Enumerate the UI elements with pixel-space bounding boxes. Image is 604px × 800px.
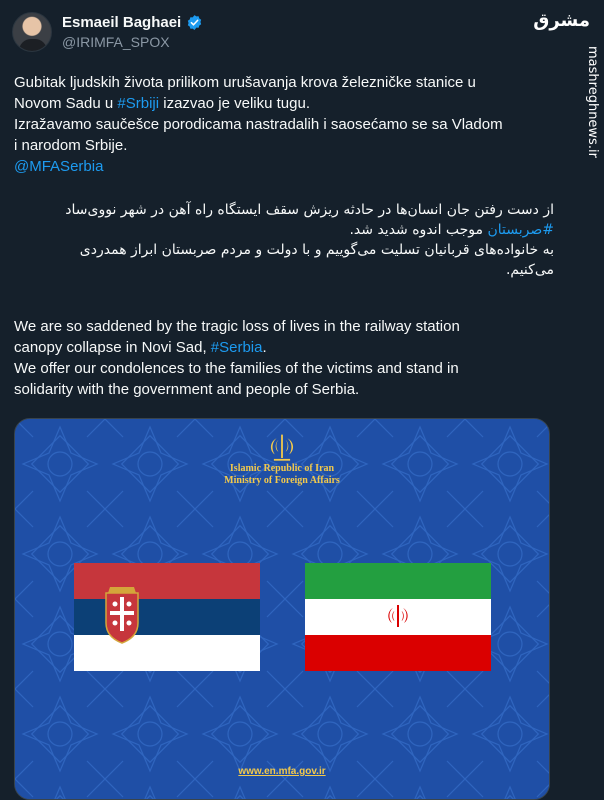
tweet-line: Izražavamo saučešce porodicama nastradal… <box>14 116 503 133</box>
tweet-paragraph-persian: از دست رفتن جان انسان‌ها در حادثه ریزش س… <box>14 200 554 280</box>
tweet-text-segment: . <box>262 339 267 356</box>
tweet-line: i narodom Srbije. <box>14 137 128 154</box>
mfa-subtitle: Ministry of Foreign Affairs <box>224 475 340 486</box>
tweet-header: Esmaeil Baghaei @IRIMFA_SPOX <box>12 12 532 56</box>
tweet-line: به خانواده‌های قربانیان تسلیت می‌گوییم و… <box>79 242 554 258</box>
hashtag-link[interactable]: #صربستان <box>488 222 555 238</box>
tweet-text-segment: موجب اندوه شدید شد. <box>349 222 488 238</box>
watermark: مشرق mashreghnews.ir <box>533 6 600 158</box>
mfa-website-link: www.en.mfa.gov.ir <box>238 766 326 777</box>
tweet-text-segment: canopy collapse in Novi Sad, <box>14 339 211 356</box>
tweet-text-segment: izazvao je veliku tugu. <box>159 95 310 112</box>
serbia-flag <box>74 563 260 671</box>
author-display-name[interactable]: Esmaeil Baghaei <box>62 14 181 31</box>
tweet-line: Novom Sadu u #Srbiji izazvao je veliku t… <box>14 93 548 114</box>
iran-emblem-icon <box>270 434 294 461</box>
watermark-logo: مشرق <box>533 10 590 31</box>
tweet-line: solidarity with the government and peopl… <box>14 381 360 398</box>
tweet-line: از دست رفتن جان انسان‌ها در حادثه ریزش س… <box>65 202 554 218</box>
tweet-line: canopy collapse in Novi Sad, #Serbia. <box>14 337 548 358</box>
verified-badge-icon <box>188 15 202 30</box>
tweet-media-image[interactable]: Islamic Republic of Iran Ministry of For… <box>14 418 550 800</box>
author-handle[interactable]: @IRIMFA_SPOX <box>62 34 170 50</box>
mfa-title: Islamic Republic of Iran <box>229 463 335 474</box>
tweet-line: Gubitak ljudskih života prilikom urušava… <box>14 74 476 91</box>
hashtag-link[interactable]: #Srbiji <box>117 95 159 112</box>
hashtag-link[interactable]: #Serbia <box>211 339 263 356</box>
tweet-line: We are so saddened by the tragic loss of… <box>14 318 460 335</box>
iran-flag <box>305 563 491 671</box>
tweet-paragraph-english: We are so saddened by the tragic loss of… <box>14 316 548 400</box>
tweet-line: #صربستان موجب اندوه شدید شد. <box>14 220 554 240</box>
author-name-row: Esmaeil Baghaei <box>62 14 203 31</box>
tweet-line: We offer our condolences to the families… <box>14 360 459 377</box>
tweet-paragraph-serbian: Gubitak ljudskih života prilikom urušava… <box>14 72 548 177</box>
tweet-line: می‌کنیم. <box>505 262 554 278</box>
avatar[interactable] <box>12 12 52 52</box>
watermark-url: mashreghnews.ir <box>585 46 600 158</box>
mention-link[interactable]: @MFASerbia <box>14 156 548 177</box>
tweet-text-segment: Novom Sadu u <box>14 95 118 112</box>
